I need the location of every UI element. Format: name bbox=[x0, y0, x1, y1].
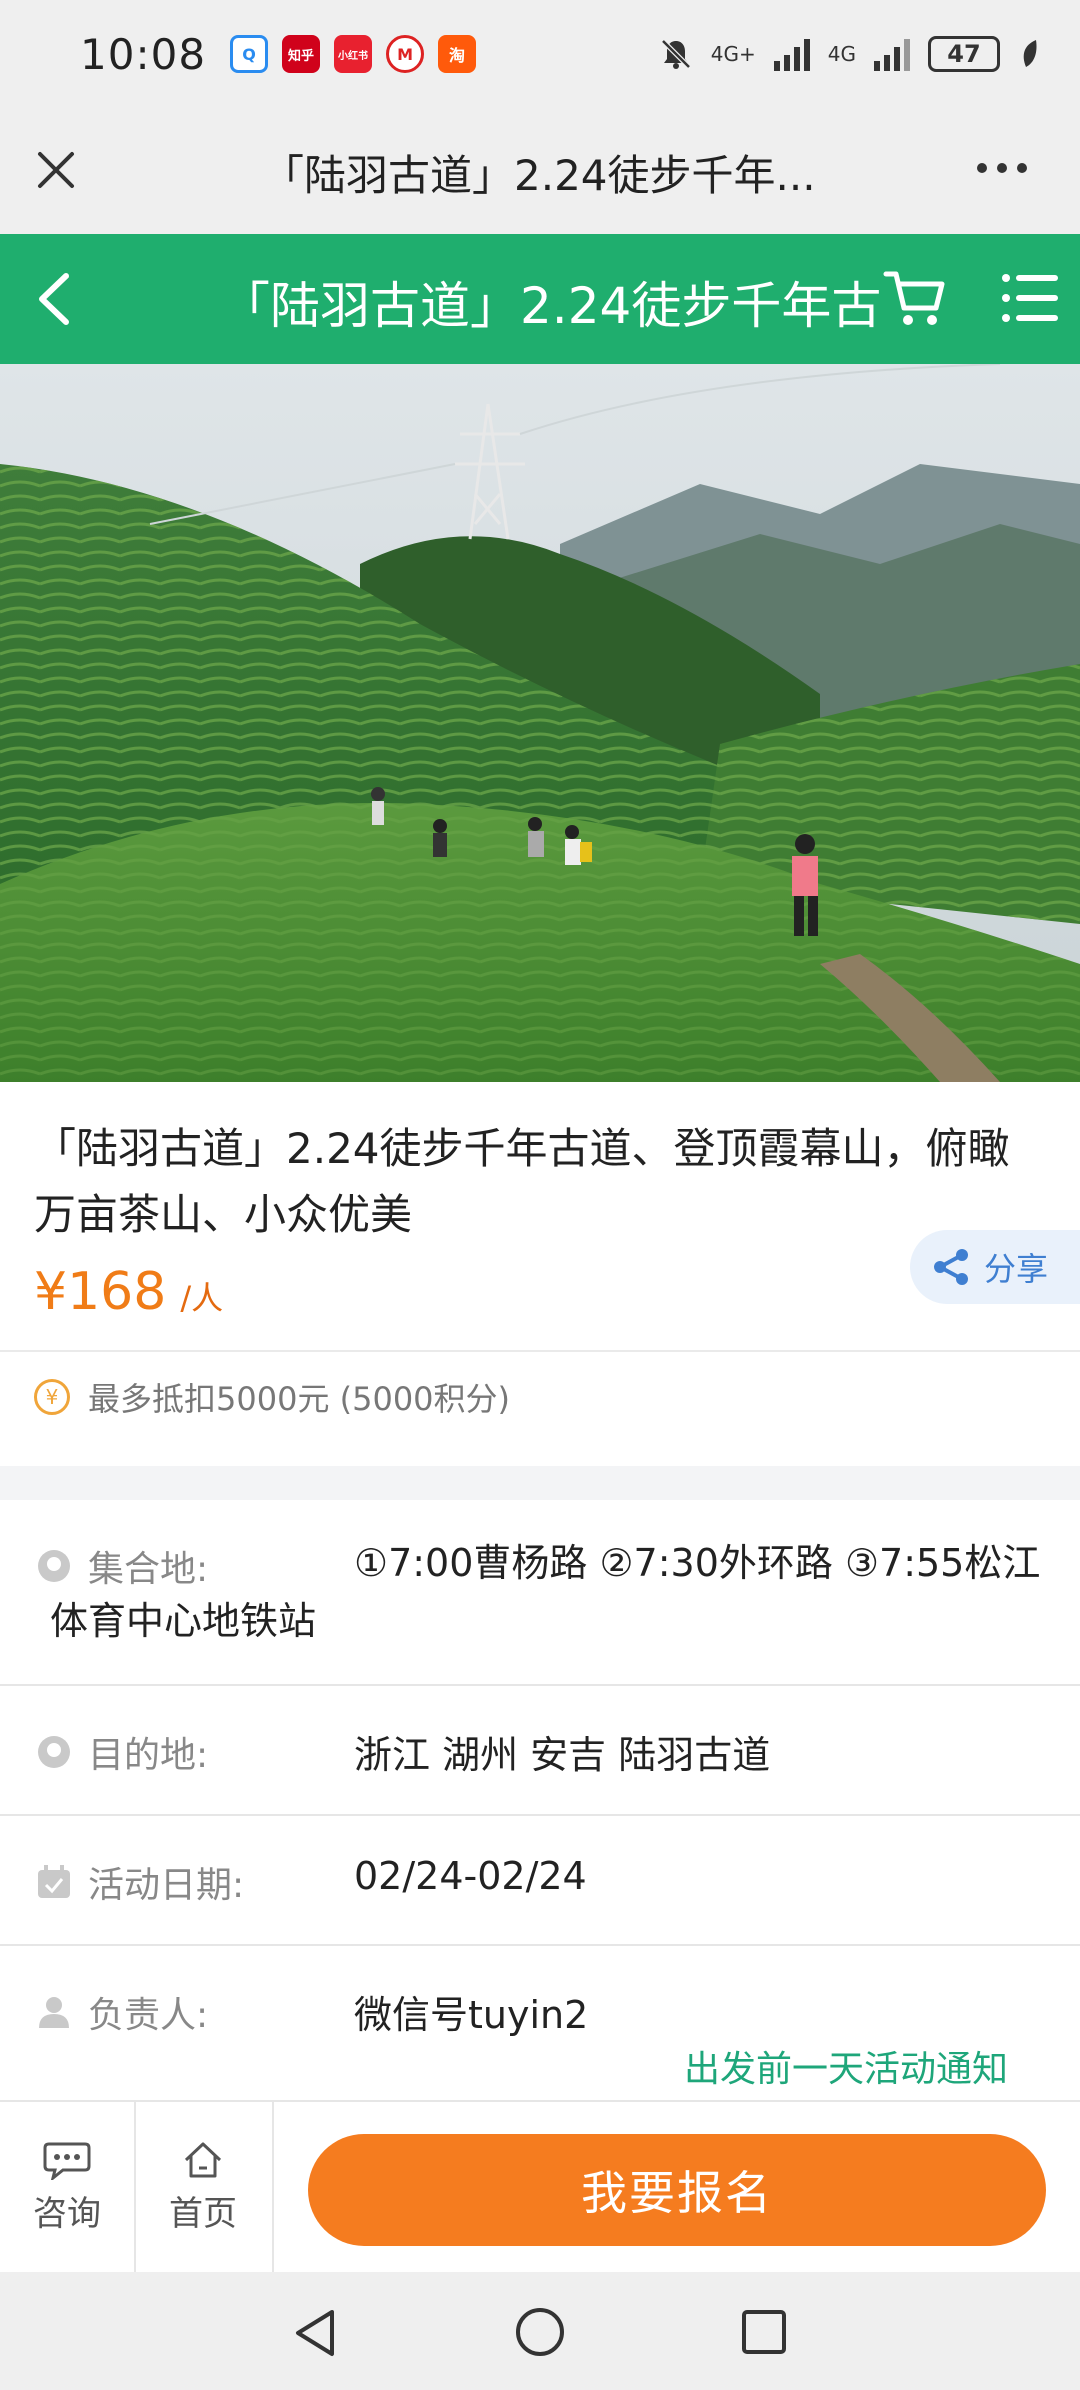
signal-icon-2 bbox=[874, 37, 910, 71]
browser-toolbar: 「陆羽古道」2.24徒步千年... bbox=[0, 108, 1080, 234]
consult-label: 咨询 bbox=[33, 2193, 101, 2234]
home-icon bbox=[184, 2142, 222, 2177]
system-nav-bar bbox=[0, 2272, 1080, 2390]
divider bbox=[0, 1684, 1080, 1686]
app-header: 「陆羽古道」2.24徒步千年古 bbox=[0, 234, 1080, 364]
network-type-1: 4G+ bbox=[710, 42, 756, 66]
status-indicators: 4G+ 4G 47 bbox=[659, 36, 1040, 72]
metro-icon: M bbox=[386, 35, 425, 73]
share-button[interactable]: 分享 bbox=[910, 1230, 1080, 1304]
menu-icon[interactable] bbox=[1000, 270, 1060, 326]
price-unit: /人 bbox=[180, 1279, 224, 1317]
consult-button[interactable]: 咨询 bbox=[0, 2102, 134, 2272]
battery-level: 47 bbox=[947, 40, 981, 68]
taobao-icon: 淘 bbox=[438, 35, 477, 73]
price-row: ¥168 /人 bbox=[34, 1262, 223, 1322]
activity-notice: 出发前一天活动通知 bbox=[684, 2049, 1009, 2090]
destination-value: 浙江 湖州 安吉 陆羽古道 bbox=[354, 1733, 771, 1777]
back-arrow-icon[interactable] bbox=[26, 266, 86, 332]
battery-icon: 47 bbox=[928, 36, 1000, 72]
browser-title: 「陆羽古道」2.24徒步千年... bbox=[262, 151, 816, 200]
leader-label: 负责人: bbox=[88, 1995, 209, 2036]
zhihu-app-icon: 知乎 bbox=[282, 35, 321, 73]
date-label: 活动日期: bbox=[88, 1865, 245, 1906]
section-gap bbox=[0, 1466, 1080, 1500]
signal-icon-1 bbox=[773, 37, 810, 71]
nav-recents-icon[interactable] bbox=[740, 2308, 788, 2356]
home-button[interactable]: 首页 bbox=[136, 2102, 270, 2272]
status-bar: 10:08 Q 知乎 小红书 M 淘 4G+ 4G 47 bbox=[0, 0, 1080, 108]
more-options-icon[interactable] bbox=[972, 148, 1032, 188]
points-text: 最多抵扣5000元 (5000积分) bbox=[88, 1380, 511, 1418]
bottom-action-bar: 咨询 首页 我要报名 bbox=[0, 2100, 1080, 2272]
home-label: 首页 bbox=[169, 2193, 237, 2234]
signup-button[interactable]: 我要报名 bbox=[308, 2134, 1046, 2246]
person-icon bbox=[39, 1997, 69, 2028]
header-title: 「陆羽古道」2.24徒步千年古 bbox=[220, 277, 880, 335]
close-icon[interactable] bbox=[28, 142, 84, 198]
calendar-icon bbox=[38, 1865, 70, 1898]
chat-bubble-icon bbox=[43, 2142, 91, 2180]
assemble-value: ①7:00曹杨路 ②7:30外环路 ③7:55松江体育中心地铁站 bbox=[50, 1541, 1041, 1643]
destination-label-group: 目的地: bbox=[36, 1726, 208, 1778]
price: ¥168 bbox=[34, 1262, 167, 1322]
nav-home-icon[interactable] bbox=[514, 2306, 566, 2358]
leader-value: 微信号tuyin2 bbox=[354, 1993, 589, 2037]
divider bbox=[0, 1350, 1080, 1352]
qq-browser-icon: Q bbox=[230, 35, 269, 73]
divider bbox=[0, 1814, 1080, 1816]
status-time: 10:08 bbox=[80, 29, 207, 79]
leader-label-group: 负责人: bbox=[36, 1986, 208, 2038]
share-label: 分享 bbox=[984, 1250, 1049, 1288]
xiaohongshu-icon: 小红书 bbox=[334, 35, 373, 73]
hero-image bbox=[0, 364, 1080, 1082]
tea-plantation-photo bbox=[0, 364, 1080, 1082]
destination-label: 目的地: bbox=[88, 1735, 209, 1776]
cart-icon[interactable] bbox=[880, 262, 950, 332]
mute-bell-icon bbox=[661, 39, 691, 69]
points-row: ¥ 最多抵扣5000元 (5000积分) bbox=[34, 1374, 510, 1420]
coin-icon: ¥ bbox=[34, 1379, 70, 1415]
location-pin-icon bbox=[38, 1736, 70, 1768]
leaf-icon bbox=[1023, 40, 1037, 67]
nav-back-icon[interactable] bbox=[290, 2306, 340, 2360]
date-value: 02/24-02/24 bbox=[354, 1854, 587, 1898]
network-type-2: 4G bbox=[827, 42, 856, 66]
divider bbox=[0, 1944, 1080, 1946]
separator bbox=[272, 2102, 274, 2272]
product-title: 「陆羽古道」2.24徒步千年古道、登顶霞幕山，俯瞰万亩茶山、小众优美 bbox=[34, 1124, 1010, 1239]
share-icon bbox=[934, 1249, 968, 1285]
date-label-group: 活动日期: bbox=[36, 1856, 244, 1908]
status-app-icons: Q 知乎 小红书 M 淘 bbox=[230, 35, 477, 73]
